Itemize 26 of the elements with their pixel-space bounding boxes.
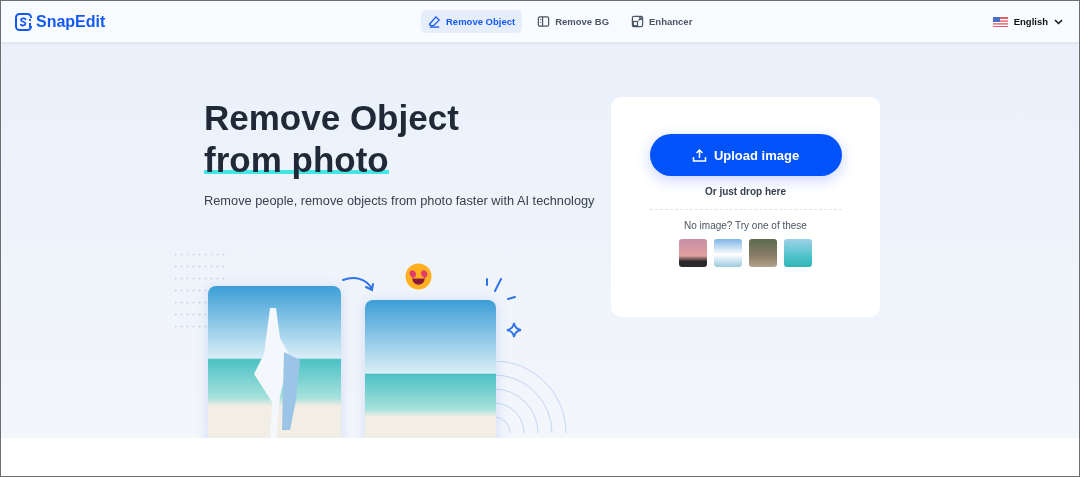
split-frame-icon [537,15,551,28]
heart-eyes-emoji-icon [405,263,432,290]
hero-title: Remove Object [204,98,459,137]
hero-title-highlight: from photo [204,143,389,177]
sparkle-star-icon [506,322,522,338]
enlarge-icon [631,15,645,28]
logo-text[interactable]: SnapEdit [36,12,106,31]
sample-image-thumbnail[interactable] [714,239,742,267]
sample-image-thumbnail[interactable] [679,239,707,267]
nav-tab[interactable]: Remove BG [530,10,617,33]
nav-tab[interactable]: Remove Object [421,10,523,33]
sample-images-label: No image? Try one of these [684,220,807,231]
hero-subtitle: Remove people, remove objects from photo faster with AI technology [204,193,595,209]
sample-image-thumbnail[interactable] [749,239,777,267]
upload-image-button[interactable]: Upload image [649,134,842,176]
drop-hint: Or just drop here [704,186,787,197]
upload-icon [691,147,707,163]
sparkle-lines-icon [485,277,517,302]
curved-arrow-icon [342,276,376,292]
language-selector[interactable]: English [1013,16,1048,27]
eraser-icon [428,15,441,28]
nav-tab[interactable]: Enhancer [624,10,700,33]
chevron-down-icon[interactable] [1054,18,1063,25]
sample-image-thumbnail[interactable] [784,239,812,267]
logo-icon [15,12,33,31]
flag-icon [992,16,1008,27]
